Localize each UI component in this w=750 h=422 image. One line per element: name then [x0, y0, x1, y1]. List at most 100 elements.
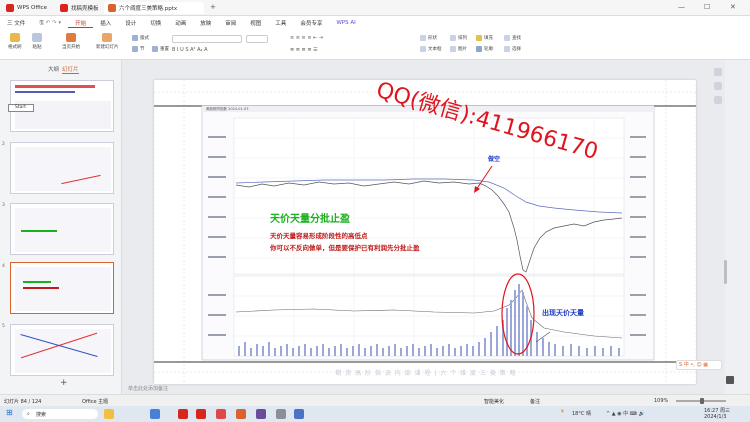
- bird-widget-icon[interactable]: [104, 409, 114, 419]
- layout-button[interactable]: 版式: [132, 35, 149, 41]
- menu-file[interactable]: 三 文件: [0, 19, 32, 27]
- button-label: 格式刷: [8, 45, 22, 50]
- section-button[interactable]: 节: [132, 46, 145, 52]
- menu-item-tools[interactable]: 工具: [268, 19, 293, 27]
- picture-button[interactable]: 图片: [450, 46, 467, 52]
- side-toolbar-icon[interactable]: [714, 96, 722, 104]
- template-icon: [60, 4, 68, 12]
- clock-date[interactable]: 2024/1/3: [704, 414, 726, 420]
- thumb-text-bar: [15, 85, 95, 88]
- menu-bar: 三 文件 🖫 ↶ ↷ ▾ 开始 插入 设计 切换 动画 放映 审阅 视图 工具 …: [0, 16, 750, 30]
- tab-wps-office[interactable]: WPS Office: [2, 2, 51, 14]
- button-label: 形状: [428, 36, 437, 41]
- shapes-button[interactable]: 形状: [420, 35, 437, 41]
- minimize-icon[interactable]: —: [678, 3, 685, 11]
- add-slide-button[interactable]: +: [60, 378, 68, 388]
- tab-label: 找稿壳模板: [71, 6, 99, 12]
- menu-item-slideshow[interactable]: 放映: [193, 19, 218, 27]
- side-toolbar-icon[interactable]: [714, 68, 722, 76]
- new-tab-icon[interactable]: +: [210, 3, 216, 11]
- input-method-bar[interactable]: S 中 •, ☺ ▦: [676, 360, 722, 370]
- thumb-chart: [15, 147, 111, 191]
- button-label: 文本框: [428, 47, 442, 52]
- font-name-select[interactable]: [172, 35, 242, 43]
- annotation-short: 做空: [488, 156, 501, 163]
- reset-button[interactable]: 重置: [152, 46, 169, 52]
- select-button[interactable]: 选择: [504, 46, 521, 52]
- button-label: 选择: [512, 47, 521, 52]
- tab-template[interactable]: 找稿壳模板: [56, 2, 103, 14]
- picture-icon: [450, 46, 456, 52]
- paste-icon: [32, 33, 42, 42]
- weather-text[interactable]: 18°C 晴: [572, 410, 591, 417]
- tray-icons[interactable]: ^ ▲ ◉ 中 ⌨ 🔊: [606, 410, 645, 417]
- app-icon[interactable]: [294, 409, 304, 419]
- arrange-icon: [450, 35, 456, 41]
- outline-button[interactable]: 轮廓: [476, 46, 493, 52]
- new-slide-button[interactable]: 新建幻灯片: [96, 33, 119, 50]
- menu-item-insert[interactable]: 插入: [93, 19, 118, 27]
- slide-number: 3: [2, 203, 5, 208]
- wps-office-icon[interactable]: [196, 409, 206, 419]
- menu-item-design[interactable]: 设计: [118, 19, 143, 27]
- windows-start-icon[interactable]: ⊞: [6, 408, 13, 417]
- fill-icon: [476, 35, 482, 41]
- menu-item-animation[interactable]: 动画: [168, 19, 193, 27]
- tab-pptx[interactable]: 六个绸度三美策略.pptx: [104, 2, 204, 14]
- taskbar: ⊞ 搜索 ⌕ ☀ 18°C 晴 ^ ▲ ◉ 中 ⌨ 🔊 16:27 周三 202…: [0, 406, 750, 422]
- wps-logo-icon: [6, 4, 14, 12]
- button-label: 节: [140, 47, 145, 52]
- search-icon: [504, 35, 510, 41]
- menu-item-member[interactable]: 会员专享: [293, 19, 329, 27]
- button-label: 轮廓: [484, 47, 493, 52]
- clock-time[interactable]: 16:27 周三: [704, 407, 730, 414]
- notes-placeholder[interactable]: 单击此处添加备注: [128, 385, 168, 392]
- side-toolbar-icon[interactable]: [714, 82, 722, 90]
- settings-app-icon[interactable]: [276, 409, 286, 419]
- theme-name[interactable]: Office 主题: [82, 398, 108, 405]
- smart-beautify-button[interactable]: 智能美化: [484, 398, 504, 405]
- slide-footer: 期 货 高 阶 指 诀 内 部 课 程 | 六 个 维 度 三 美 策 略: [335, 370, 517, 377]
- quick-access-icons[interactable]: 🖫 ↶ ↷ ▾: [32, 19, 68, 28]
- file-explorer-icon[interactable]: [150, 409, 160, 419]
- notes-button[interactable]: 备注: [530, 398, 540, 405]
- paragraph-buttons[interactable]: ≡ ≡ ≡ ≡ ⇤ ⇥: [290, 35, 350, 43]
- wps-writer-icon[interactable]: [178, 409, 188, 419]
- arrange-button[interactable]: 排列: [450, 35, 467, 41]
- vertical-scrollbar[interactable]: [724, 260, 727, 284]
- maximize-icon[interactable]: ☐: [704, 3, 710, 11]
- menu-item-transition[interactable]: 切换: [143, 19, 168, 27]
- align-buttons[interactable]: ≣ ≣ ≣ ≣ ☰: [290, 47, 350, 55]
- menu-item-wps-ai[interactable]: WPS AI: [329, 20, 362, 26]
- close-icon[interactable]: ✕: [730, 3, 736, 11]
- tab-outline[interactable]: 大纲: [48, 65, 59, 73]
- tab-slides[interactable]: 幻灯片: [62, 65, 79, 74]
- slide-thumbnail-5[interactable]: [10, 324, 114, 376]
- wps-app-icon[interactable]: [216, 409, 226, 419]
- menu-item-review[interactable]: 审阅: [218, 19, 243, 27]
- ppt-app-icon[interactable]: [236, 409, 246, 419]
- button-label: 重置: [160, 47, 169, 52]
- slide[interactable]: 美股期货指数 2024-01-03 QQ(微信):411966170 做空 天价…: [154, 78, 696, 384]
- slide-thumbnail-2[interactable]: [10, 142, 114, 194]
- slide-thumbnail-3[interactable]: [10, 203, 114, 255]
- paste-button[interactable]: 粘贴: [32, 33, 42, 50]
- media-app-icon[interactable]: [256, 409, 266, 419]
- slide-body-line-1: 天价天量容易形成阶段性的高低点: [270, 232, 368, 240]
- menu-item-view[interactable]: 视图: [243, 19, 268, 27]
- button-label: 粘贴: [32, 45, 42, 50]
- font-size-select[interactable]: [246, 35, 268, 43]
- fill-button[interactable]: 填充: [476, 35, 493, 41]
- play-from-current-button[interactable]: 当页开始: [62, 33, 80, 50]
- zoom-slider-thumb[interactable]: [700, 398, 704, 404]
- find-button[interactable]: 查找: [504, 35, 521, 41]
- taskbar-search-input[interactable]: 搜索: [22, 409, 98, 419]
- font-style-buttons[interactable]: B I U S A² A₂ A: [172, 47, 268, 55]
- slide-thumbnail-4-selected[interactable]: [10, 262, 114, 314]
- textbox-button[interactable]: 文本框: [420, 46, 442, 52]
- button-label: 图片: [458, 47, 467, 52]
- menu-item-home[interactable]: 开始: [68, 19, 94, 28]
- button-label: 当页开始: [62, 45, 80, 50]
- format-painter-button[interactable]: 格式刷: [8, 33, 22, 50]
- scroll-down-icon[interactable]: [726, 376, 734, 384]
